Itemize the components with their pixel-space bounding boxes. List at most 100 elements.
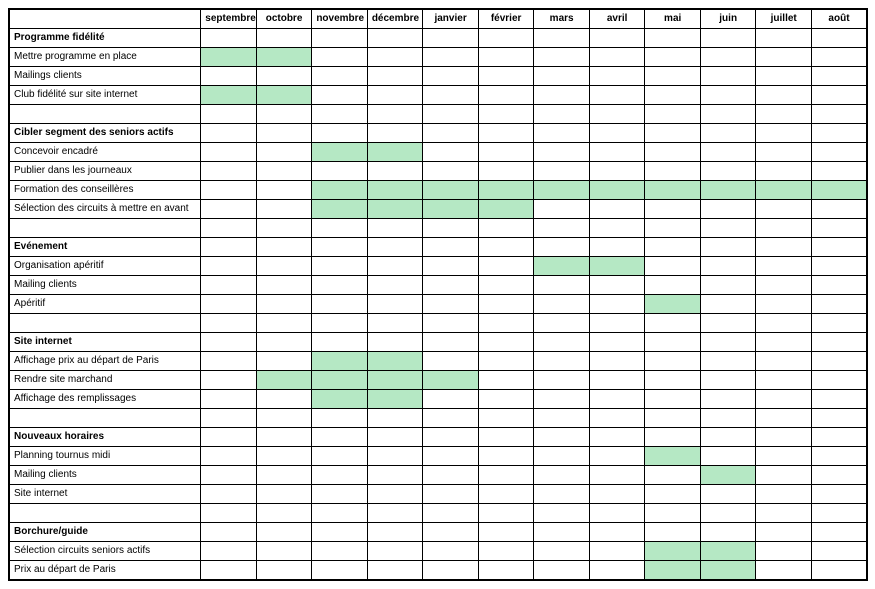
task-label: Mailing clients — [9, 466, 201, 485]
section-title: Borchure/guide — [9, 523, 201, 542]
gantt-cell — [700, 238, 756, 257]
gantt-cell — [423, 181, 479, 200]
gantt-cell — [589, 162, 645, 181]
gantt-cell — [201, 428, 257, 447]
task-label: Rendre site marchand — [9, 371, 201, 390]
blank-cell — [9, 504, 201, 523]
gantt-cell — [367, 276, 423, 295]
gantt-cell — [534, 295, 590, 314]
gantt-cell — [256, 48, 312, 67]
gantt-cell — [367, 238, 423, 257]
gantt-cell — [201, 352, 257, 371]
gantt-cell — [534, 504, 590, 523]
task-row: Planning tournus midi — [9, 447, 867, 466]
blank-row — [9, 314, 867, 333]
gantt-cell — [645, 29, 701, 48]
gantt-cell — [589, 276, 645, 295]
gantt-cell — [645, 162, 701, 181]
gantt-cell — [423, 504, 479, 523]
gantt-cell — [645, 257, 701, 276]
gantt-cell — [256, 485, 312, 504]
gantt-cell — [256, 238, 312, 257]
gantt-cell — [700, 67, 756, 86]
gantt-cell — [312, 561, 368, 581]
section-title: Site internet — [9, 333, 201, 352]
gantt-cell — [589, 295, 645, 314]
gantt-cell — [367, 295, 423, 314]
gantt-cell — [256, 333, 312, 352]
task-row: Prix au départ de Paris — [9, 561, 867, 581]
gantt-cell — [756, 219, 812, 238]
gantt-cell — [700, 428, 756, 447]
task-label: Formation des conseillères — [9, 181, 201, 200]
gantt-cell — [811, 390, 867, 409]
gantt-cell — [478, 390, 534, 409]
gantt-cell — [756, 257, 812, 276]
gantt-cell — [312, 295, 368, 314]
gantt-cell — [201, 561, 257, 581]
gantt-cell — [589, 428, 645, 447]
gantt-cell — [645, 124, 701, 143]
gantt-cell — [589, 485, 645, 504]
blank-cell — [9, 314, 201, 333]
gantt-cell — [756, 200, 812, 219]
gantt-cell — [478, 447, 534, 466]
gantt-cell — [201, 105, 257, 124]
gantt-cell — [645, 295, 701, 314]
gantt-cell — [534, 447, 590, 466]
gantt-cell — [367, 466, 423, 485]
gantt-cell — [589, 143, 645, 162]
gantt-cell — [256, 447, 312, 466]
gantt-cell — [201, 238, 257, 257]
gantt-cell — [645, 276, 701, 295]
gantt-cell — [756, 485, 812, 504]
header-month: juin — [700, 9, 756, 29]
section-title: Evénement — [9, 238, 201, 257]
section-header-row: Borchure/guide — [9, 523, 867, 542]
gantt-cell — [367, 143, 423, 162]
gantt-cell — [534, 67, 590, 86]
gantt-cell — [478, 314, 534, 333]
gantt-cell — [811, 257, 867, 276]
gantt-cell — [700, 523, 756, 542]
gantt-cell — [367, 428, 423, 447]
gantt-cell — [811, 333, 867, 352]
gantt-cell — [700, 29, 756, 48]
gantt-cell — [700, 48, 756, 67]
gantt-cell — [534, 371, 590, 390]
gantt-cell — [367, 124, 423, 143]
task-label: Mailings clients — [9, 67, 201, 86]
gantt-cell — [478, 162, 534, 181]
gantt-cell — [645, 352, 701, 371]
gantt-cell — [312, 238, 368, 257]
gantt-cell — [312, 485, 368, 504]
gantt-cell — [312, 466, 368, 485]
gantt-cell — [756, 504, 812, 523]
gantt-cell — [201, 504, 257, 523]
blank-row — [9, 105, 867, 124]
gantt-cell — [256, 352, 312, 371]
gantt-cell — [367, 29, 423, 48]
gantt-cell — [756, 48, 812, 67]
section-title: Programme fidélité — [9, 29, 201, 48]
gantt-cell — [811, 143, 867, 162]
task-label: Prix au départ de Paris — [9, 561, 201, 581]
gantt-cell — [201, 276, 257, 295]
gantt-cell — [478, 181, 534, 200]
gantt-cell — [367, 48, 423, 67]
gantt-cell — [811, 67, 867, 86]
gantt-cell — [811, 181, 867, 200]
gantt-cell — [534, 466, 590, 485]
gantt-cell — [312, 124, 368, 143]
section-header-row: Site internet — [9, 333, 867, 352]
gantt-cell — [478, 219, 534, 238]
gantt-cell — [589, 200, 645, 219]
gantt-cell — [811, 295, 867, 314]
header-month: décembre — [367, 9, 423, 29]
gantt-cell — [423, 561, 479, 581]
gantt-cell — [700, 162, 756, 181]
gantt-cell — [534, 124, 590, 143]
gantt-cell — [534, 143, 590, 162]
gantt-cell — [811, 561, 867, 581]
gantt-cell — [478, 333, 534, 352]
